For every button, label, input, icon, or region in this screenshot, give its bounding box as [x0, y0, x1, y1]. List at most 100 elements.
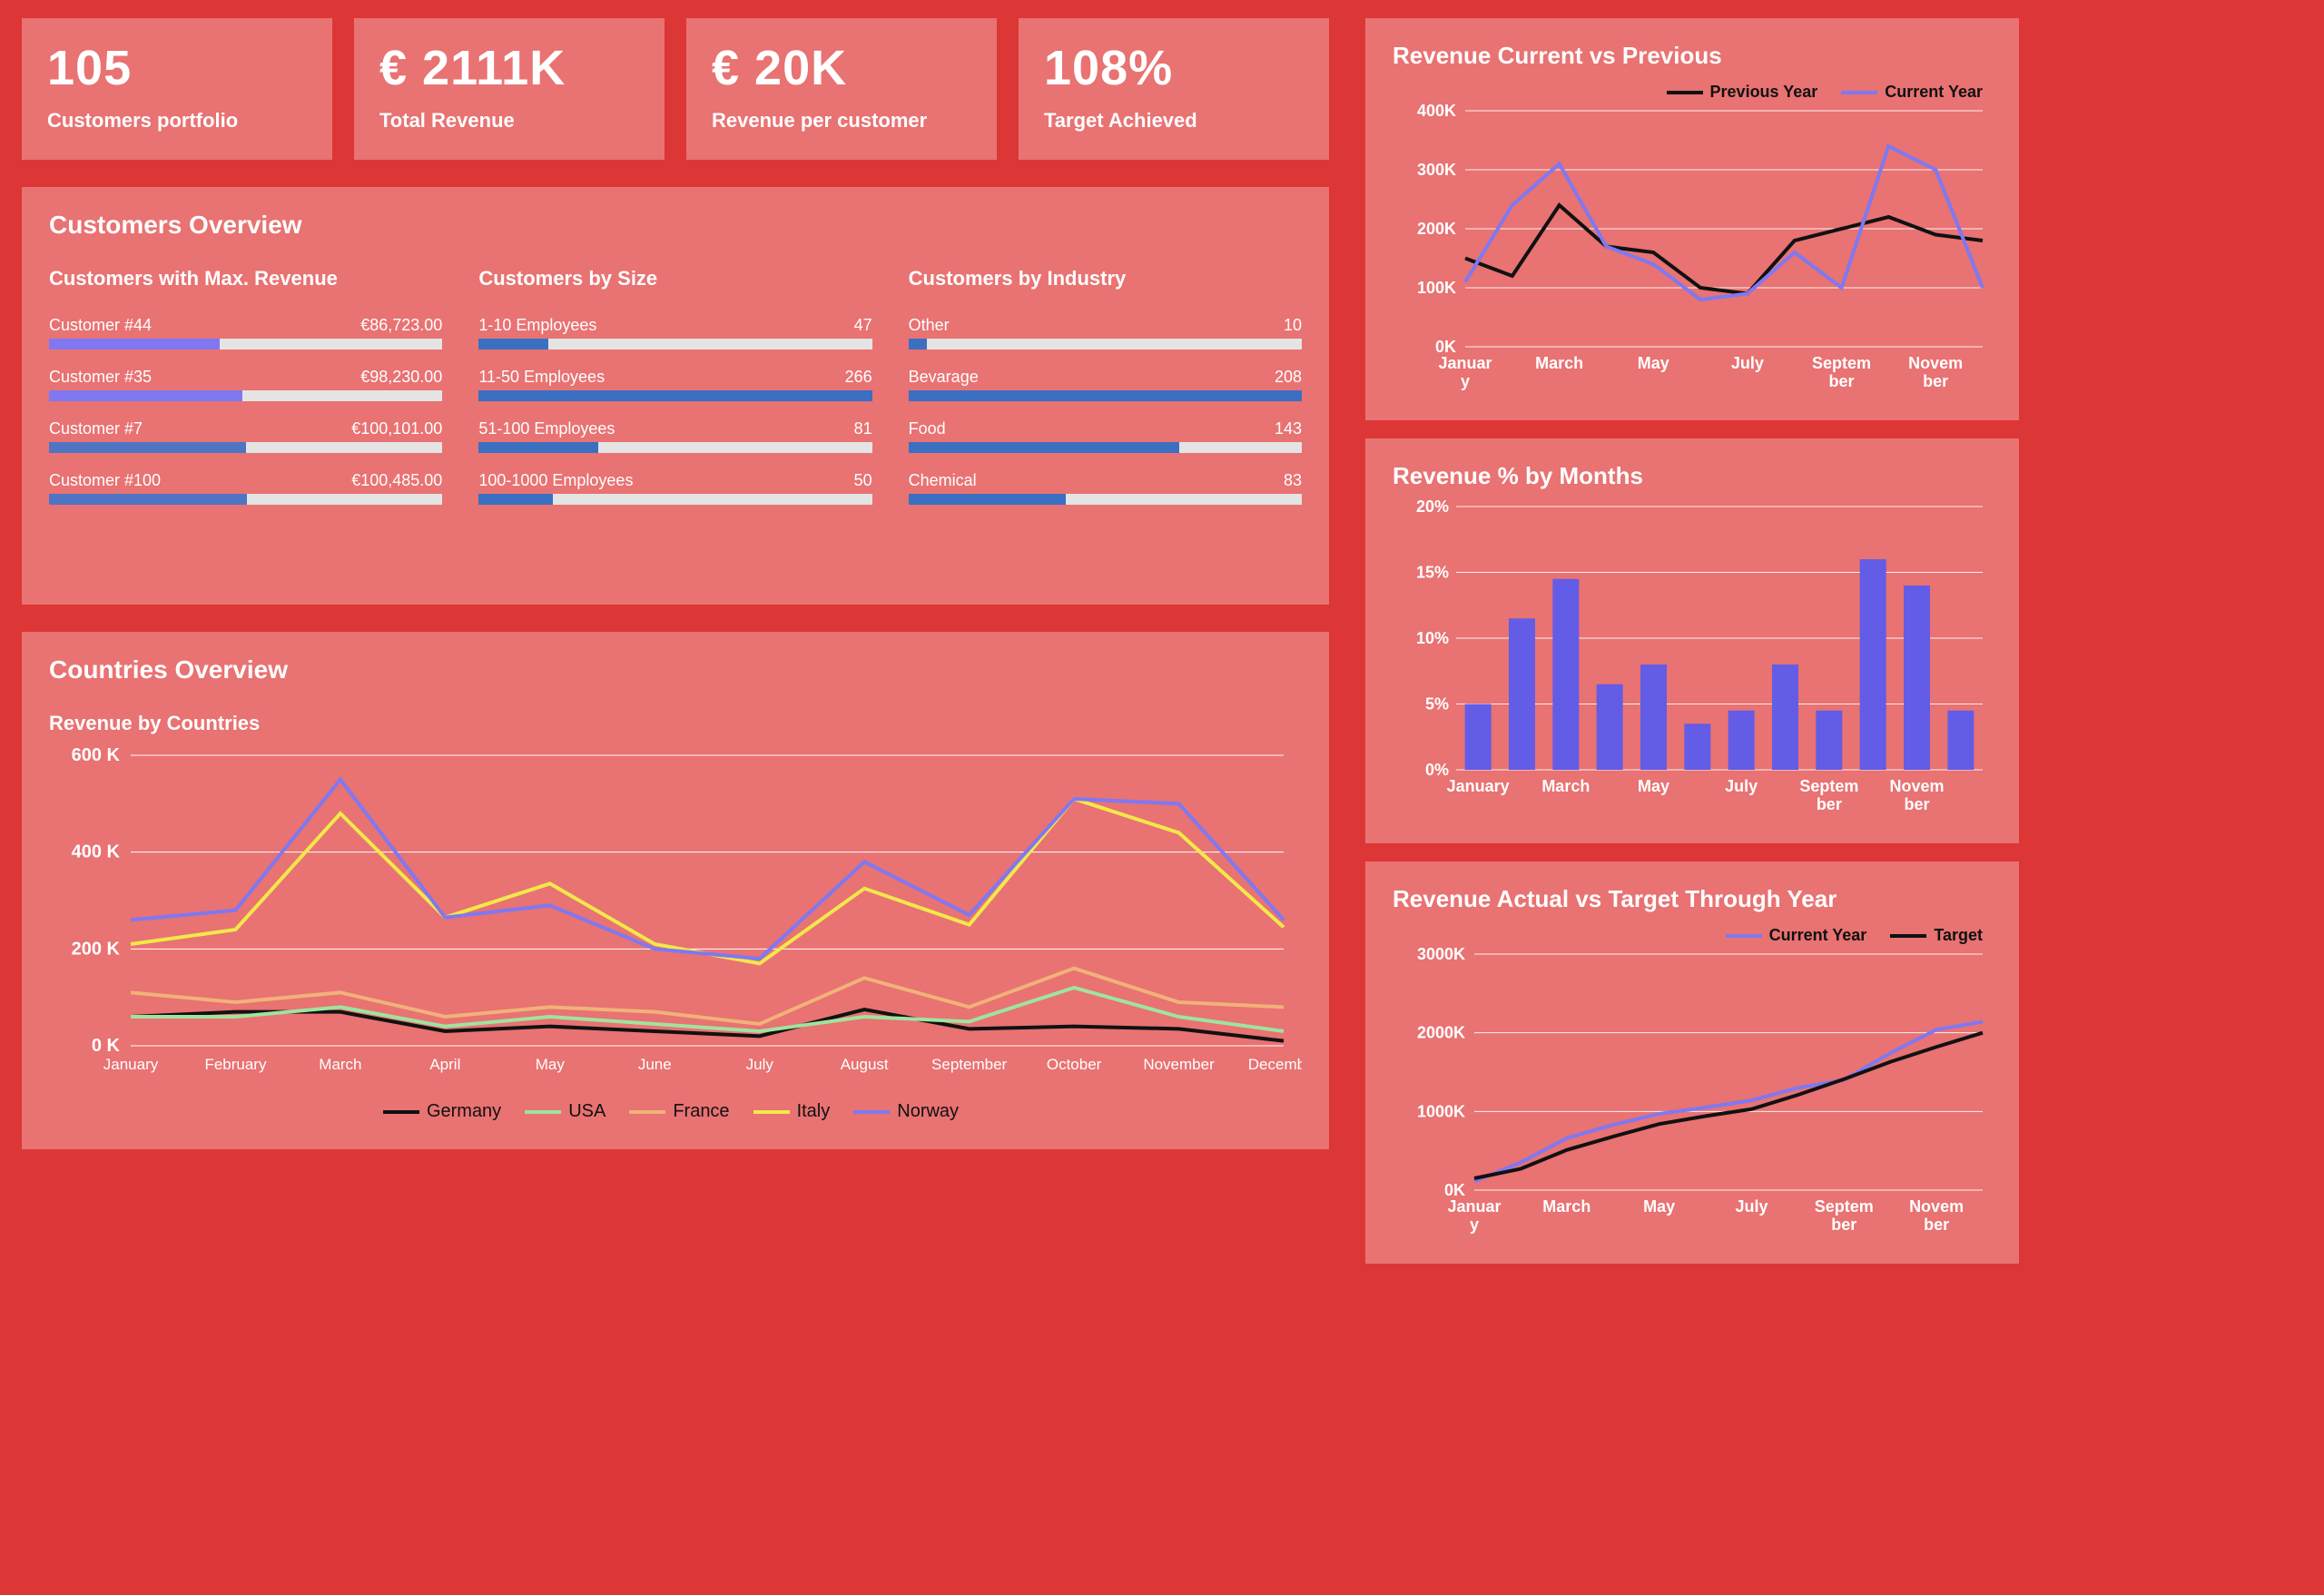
svg-text:June: June — [638, 1056, 672, 1073]
legend-label: Current Year — [1885, 83, 1983, 102]
bar-value: 143 — [1275, 419, 1302, 438]
bar-row: Chemical83 — [909, 471, 1302, 505]
legend-label: Germany — [427, 1101, 501, 1122]
bar-row: Bevarage208 — [909, 368, 1302, 401]
bar-label: Customer #44 — [49, 316, 152, 335]
bar-row: Food143 — [909, 419, 1302, 453]
bar-track — [909, 494, 1302, 505]
svg-text:January: January — [103, 1056, 159, 1073]
kpi-label: Revenue per customer — [712, 109, 971, 133]
bar-value: 10 — [1284, 316, 1302, 335]
panel-title: Countries Overview — [49, 655, 1302, 684]
kpi-value: € 2111K — [379, 40, 639, 96]
svg-text:July: July — [1731, 354, 1764, 372]
bar-track — [49, 339, 442, 350]
revenue-actual-vs-target-panel: Revenue Actual vs Target Through Year Cu… — [1365, 861, 2019, 1264]
legend-item: Target — [1890, 926, 1983, 945]
svg-text:400K: 400K — [1417, 102, 1456, 120]
svg-text:ber: ber — [1923, 372, 1948, 390]
bar-fill — [49, 390, 242, 401]
bar-row: Customer #44 €86,723.00 — [49, 316, 442, 350]
bar-fill — [49, 339, 220, 350]
bar-track — [478, 339, 872, 350]
svg-text:ber: ber — [1904, 795, 1929, 813]
revenue-current-vs-previous-chart: 0K100K200K300K400KJanuaryMarchMayJulySep… — [1393, 102, 1992, 401]
bar-row: 11-50 Employees266 — [478, 368, 872, 401]
svg-text:1000K: 1000K — [1417, 1102, 1465, 1120]
bar-value: 266 — [845, 368, 872, 387]
panel-title: Customers Overview — [49, 211, 1302, 240]
svg-text:0K: 0K — [1435, 338, 1456, 356]
bar-fill — [909, 339, 928, 350]
legend-swatch — [1890, 934, 1926, 938]
bar-track — [909, 442, 1302, 453]
bar-fill — [909, 390, 1302, 401]
panel-title: Revenue Current vs Previous — [1393, 42, 1992, 70]
svg-text:ber: ber — [1924, 1216, 1949, 1234]
svg-text:April: April — [429, 1056, 460, 1073]
bar-fill — [49, 442, 246, 453]
bar-label: Chemical — [909, 471, 977, 490]
svg-text:March: March — [1535, 354, 1583, 372]
kpi-target-achieved: 108% Target Achieved — [1019, 18, 1329, 160]
revenue-pct-by-months-chart: 0%5%10%15%20%JanuaryMarchMayJulySeptembe… — [1393, 497, 1992, 824]
section-title: Customers by Size — [478, 267, 872, 290]
svg-text:3000K: 3000K — [1417, 945, 1465, 963]
bar-label: Customer #7 — [49, 419, 143, 438]
legend-item: Italy — [753, 1101, 831, 1122]
revenue-actual-vs-target-chart: 0K1000K2000K3000KJanuaryMarchMayJulySept… — [1393, 945, 1992, 1245]
svg-text:Januar: Januar — [1447, 1197, 1501, 1216]
bar-label: Customer #100 — [49, 471, 161, 490]
bar-row: 51-100 Employees81 — [478, 419, 872, 453]
customers-by-size: Customers by Size 1-10 Employees4711-50 … — [478, 267, 872, 523]
kpi-revenue-per-customer: € 20K Revenue per customer — [686, 18, 997, 160]
legend-swatch — [1667, 91, 1703, 94]
legend-label: Target — [1934, 926, 1983, 945]
bar-label: Other — [909, 316, 950, 335]
legend-item: Germany — [383, 1101, 501, 1122]
bar-row: Customer #35€98,230.00 — [49, 368, 442, 401]
legend-current-vs-previous: Previous YearCurrent Year — [1393, 77, 1992, 102]
bar-value: 81 — [854, 419, 872, 438]
bar-label: Bevarage — [909, 368, 979, 387]
svg-text:Novem: Novem — [1909, 1197, 1964, 1216]
bar-track — [909, 339, 1302, 350]
legend-swatch — [629, 1110, 665, 1114]
svg-text:March: March — [1541, 777, 1590, 795]
kpi-value: 108% — [1044, 40, 1304, 96]
svg-text:20%: 20% — [1416, 497, 1449, 516]
kpi-value: € 20K — [712, 40, 971, 96]
legend-swatch — [853, 1110, 890, 1114]
bar-track — [49, 390, 442, 401]
bar-track — [49, 442, 442, 453]
bar-value: €86,723.00 — [360, 316, 442, 335]
kpi-total-revenue: € 2111K Total Revenue — [354, 18, 665, 160]
svg-text:October: October — [1047, 1056, 1102, 1073]
bar-fill — [909, 494, 1066, 505]
customers-overview-panel: Customers Overview Customers with Max. R… — [22, 187, 1329, 605]
bar-row: Customer #7€100,101.00 — [49, 419, 442, 453]
svg-text:y: y — [1470, 1216, 1479, 1234]
svg-text:y: y — [1461, 372, 1470, 390]
svg-text:March: March — [1542, 1197, 1590, 1216]
kpi-row: 105 Customers portfolio € 2111K Total Re… — [22, 18, 1329, 160]
svg-text:0%: 0% — [1425, 761, 1449, 779]
kpi-label: Customers portfolio — [47, 109, 307, 133]
svg-text:September: September — [931, 1056, 1007, 1073]
legend-item: USA — [525, 1101, 606, 1122]
legend-item: France — [629, 1101, 729, 1122]
svg-text:200 K: 200 K — [72, 939, 121, 959]
svg-text:Novem: Novem — [1889, 777, 1944, 795]
customers-by-industry: Customers by Industry Other10Bevarage208… — [909, 267, 1302, 523]
legend-item: Current Year — [1841, 83, 1983, 102]
bar-track — [478, 390, 872, 401]
svg-text:100K: 100K — [1417, 279, 1456, 297]
svg-text:600 K: 600 K — [72, 746, 121, 765]
bar-row: 100-1000 Employees50 — [478, 471, 872, 505]
bar-fill — [909, 442, 1179, 453]
svg-text:July: July — [1725, 777, 1758, 795]
svg-text:December: December — [1248, 1056, 1302, 1073]
svg-text:ber: ber — [1817, 795, 1842, 813]
bar-fill — [478, 339, 548, 350]
svg-text:May: May — [1643, 1197, 1675, 1216]
